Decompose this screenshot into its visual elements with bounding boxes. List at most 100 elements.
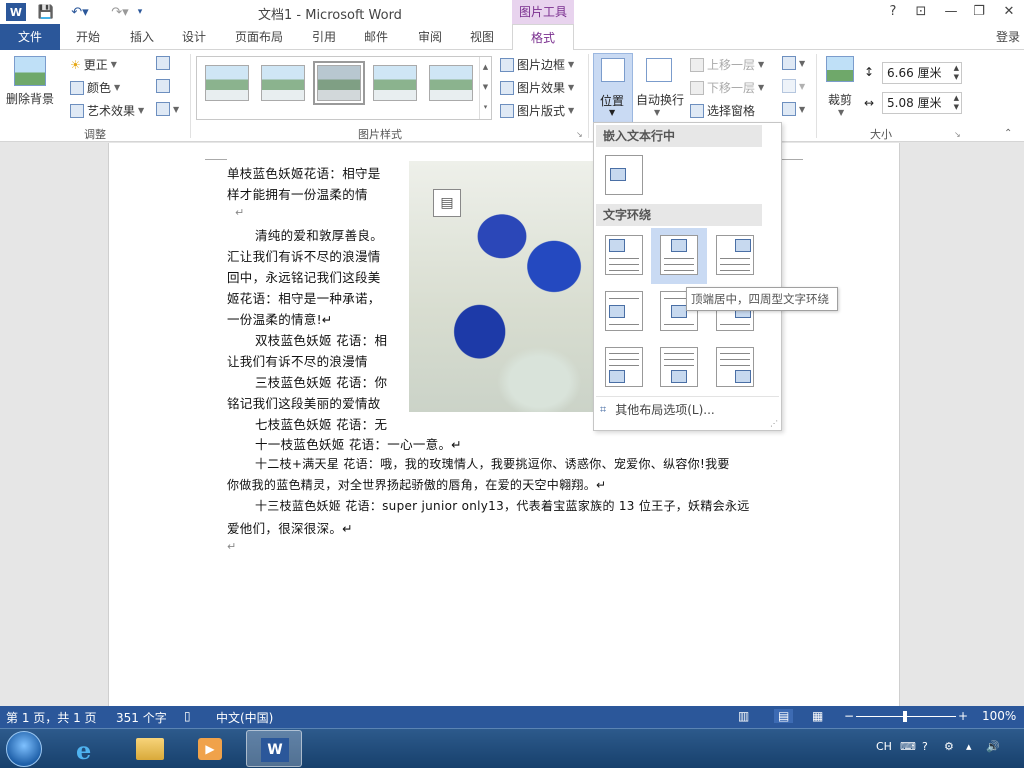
zoom-in-icon[interactable]: + — [958, 709, 968, 723]
align-icon[interactable]: ▼ — [782, 56, 805, 70]
compress-pictures-icon[interactable] — [156, 56, 170, 70]
picture-layout-button[interactable]: 图片版式 ▼ — [500, 102, 574, 119]
tab-references[interactable]: 引用 — [302, 24, 346, 50]
help-button[interactable]: ? — [880, 2, 906, 22]
style-thumbnail[interactable] — [205, 65, 249, 101]
spinner-arrows-icon[interactable]: ▲ ▼ — [954, 94, 959, 112]
zoom-level[interactable]: 100% — [982, 709, 1016, 723]
margin-corner-mark — [781, 159, 803, 160]
sign-in-link[interactable]: 登录 — [996, 24, 1020, 50]
reset-picture-icon[interactable]: ▼ — [156, 102, 179, 116]
keyboard-icon[interactable]: ⌨ — [900, 740, 916, 753]
corrections-button[interactable]: ☀ 更正 ▼ — [70, 56, 117, 73]
word-icon[interactable]: W — [246, 730, 302, 767]
selection-pane-button[interactable]: 选择窗格 — [690, 102, 755, 119]
tab-review[interactable]: 审阅 — [408, 24, 452, 50]
tab-insert[interactable]: 插入 — [120, 24, 164, 50]
media-player-icon[interactable]: ▶ — [182, 730, 238, 767]
ribbon-display-button[interactable]: ⊡ — [908, 2, 934, 22]
wrap-text-button[interactable]: 自动换行 — [636, 91, 684, 108]
start-orb-icon[interactable] — [6, 731, 42, 767]
picture-border-button[interactable]: 图片边框 ▼ — [500, 56, 574, 73]
change-picture-icon[interactable] — [156, 79, 170, 93]
artistic-effects-button[interactable]: 艺术效果 ▼ — [70, 102, 144, 119]
print-layout-icon[interactable]: ▤ — [774, 709, 794, 723]
proofing-icon[interactable]: ▯ — [184, 709, 191, 723]
minimize-button[interactable]: — — [938, 2, 964, 22]
text-line: 让我们有诉不尽的浪漫情 — [227, 354, 368, 369]
style-thumbnail[interactable] — [373, 65, 417, 101]
layout-options-icon[interactable]: ▤ — [433, 189, 461, 217]
position-top-left-option[interactable] — [605, 235, 643, 275]
more-layout-options[interactable]: ⌗ 其他布局选项(L)... — [600, 401, 715, 418]
dialog-launcher-icon[interactable]: ↘ — [576, 130, 583, 139]
read-mode-icon[interactable]: ▥ — [738, 709, 749, 723]
restore-button[interactable]: ❐ — [966, 2, 992, 22]
web-layout-icon[interactable]: ▦ — [812, 709, 823, 723]
style-thumbnail-selected[interactable] — [313, 61, 365, 105]
bring-forward-button[interactable]: 上移一层 ▼ — [690, 56, 764, 73]
chevron-down-icon: ▼ — [110, 60, 117, 69]
margin-corner-mark — [205, 159, 227, 160]
tab-format[interactable]: 格式 — [512, 24, 574, 51]
position-bottom-right-option[interactable] — [716, 347, 754, 387]
picture-styles-gallery[interactable]: ▲ ▼ ▾ — [196, 56, 492, 120]
send-backward-button[interactable]: 下移一层 ▼ — [690, 79, 764, 96]
volume-icon[interactable]: 🔊 — [986, 740, 1000, 753]
spinner-arrows-icon[interactable]: ▲ ▼ — [954, 64, 959, 82]
picture-effects-button[interactable]: 图片效果 ▼ — [500, 79, 574, 96]
position-top-right-option[interactable] — [716, 235, 754, 275]
input-language[interactable]: CH — [876, 740, 892, 753]
collapse-ribbon-icon[interactable]: ⌃ — [1004, 128, 1012, 139]
tab-page-layout[interactable]: 页面布局 — [226, 24, 292, 50]
crop-icon[interactable] — [826, 56, 854, 82]
width-field[interactable]: 5.08 厘米 ▲ ▼ — [882, 92, 962, 114]
tab-mailings[interactable]: 邮件 — [354, 24, 398, 50]
explorer-icon[interactable] — [122, 730, 178, 767]
height-field[interactable]: 6.66 厘米 ▲ ▼ — [882, 62, 962, 84]
close-button[interactable]: ✕ — [996, 2, 1022, 22]
position-middle-left-option[interactable] — [605, 291, 643, 331]
position-button[interactable]: 位置 ▼ — [593, 53, 633, 123]
gallery-scroll-icon[interactable]: ▲ ▼ ▾ — [479, 57, 491, 119]
wrap-text-icon[interactable] — [646, 58, 672, 82]
rotate-icon[interactable]: ▼ — [782, 102, 805, 116]
page-count[interactable]: 第 1 页，共 1 页 — [6, 709, 97, 726]
undo-icon[interactable]: ↶▾ — [66, 2, 94, 22]
tab-home[interactable]: 开始 — [66, 24, 110, 50]
tab-file[interactable]: 文件 — [0, 24, 60, 50]
ie-icon[interactable]: e — [62, 730, 118, 767]
remove-background-button[interactable]: 删除背景 — [6, 90, 54, 107]
help-tray-icon[interactable]: ? — [922, 740, 928, 753]
show-hidden-icons[interactable]: ▴ — [966, 740, 972, 753]
dialog-launcher-icon[interactable]: ↘ — [954, 130, 961, 139]
customize-qat-icon[interactable]: ▾ — [134, 2, 146, 22]
save-icon[interactable]: 💾 — [36, 2, 56, 22]
resize-grip-icon[interactable]: ⋰ — [770, 419, 778, 428]
crop-button[interactable]: 裁剪 — [828, 91, 852, 108]
style-thumbnail[interactable] — [261, 65, 305, 101]
position-bottom-center-option[interactable] — [660, 347, 698, 387]
tab-view[interactable]: 视图 — [460, 24, 504, 50]
tab-design[interactable]: 设计 — [172, 24, 216, 50]
word-count[interactable]: 351 个字 — [116, 709, 167, 726]
group-separator — [190, 54, 191, 138]
remove-background-icon[interactable] — [14, 56, 46, 86]
position-dropdown: 嵌入文本行中 文字环绕 ⌗ 其他布局选项(L)... ⋰ — [593, 122, 782, 431]
position-bottom-left-option[interactable] — [605, 347, 643, 387]
chevron-down-icon: ▼ — [654, 108, 661, 117]
settings-tray-icon[interactable]: ⚙ — [944, 740, 954, 753]
size-group-label: 大小 — [870, 128, 892, 141]
redo-icon[interactable]: ↷▾ — [106, 2, 134, 22]
zoom-out-icon[interactable]: − — [844, 709, 854, 723]
language-status[interactable]: 中文(中国) — [216, 709, 273, 726]
group-objects-icon[interactable]: ▼ — [782, 79, 805, 93]
position-inline-option[interactable] — [605, 155, 643, 195]
color-button[interactable]: 颜色 ▼ — [70, 79, 120, 96]
ribbon: 删除背景 ☀ 更正 ▼ 颜色 ▼ 艺术效果 ▼ ▼ 调整 ▲ ▼ ▾ 图片边框 ▼ 图片效果 ▼… — [0, 50, 1024, 142]
tooltip: 顶端居中，四周型文字环绕 — [686, 287, 838, 311]
layout-options-icon: ⌗ — [600, 402, 607, 416]
position-top-center-option[interactable] — [660, 235, 698, 275]
zoom-slider-thumb[interactable] — [903, 711, 907, 722]
style-thumbnail[interactable] — [429, 65, 473, 101]
